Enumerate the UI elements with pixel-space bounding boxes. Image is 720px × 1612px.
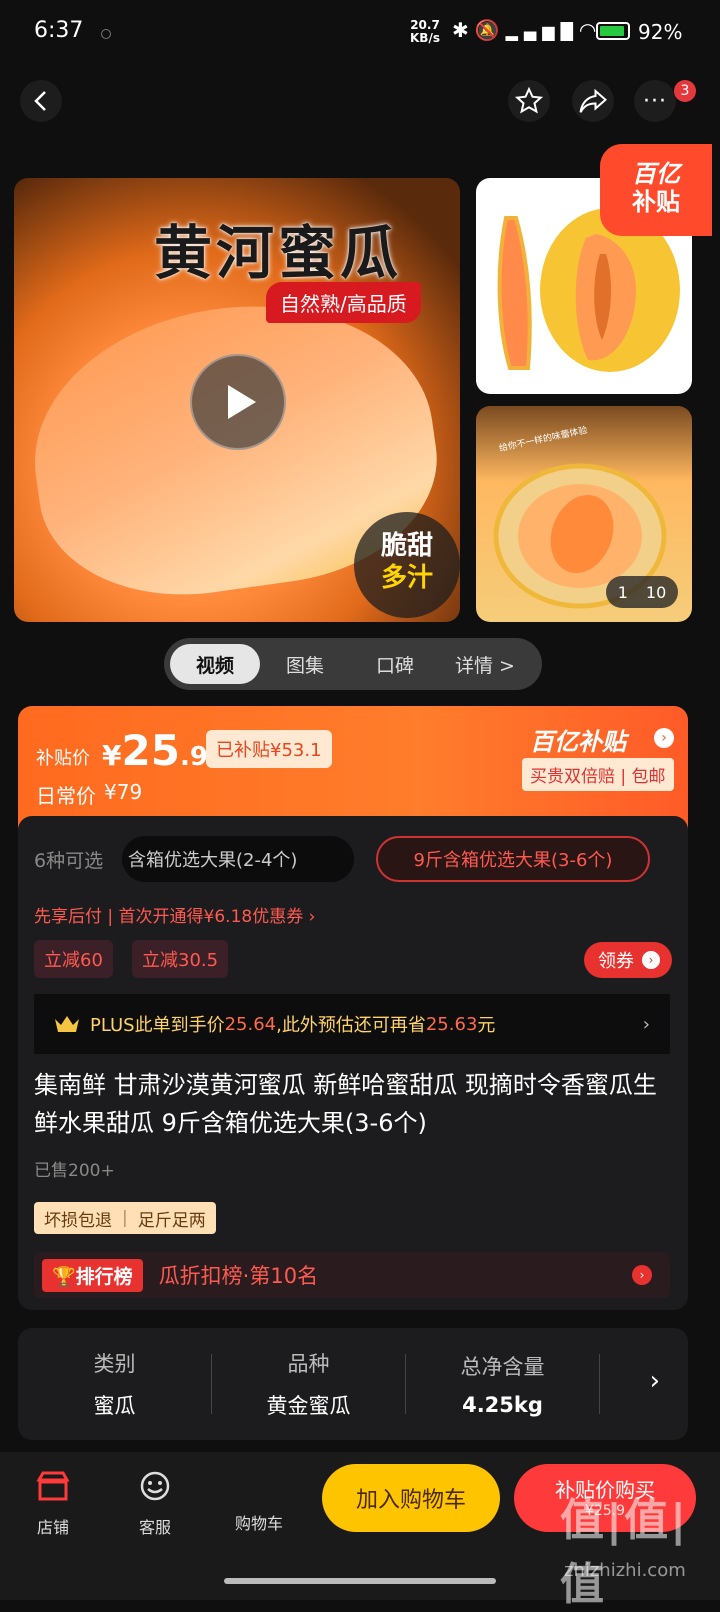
product-card: 6种可选 含箱优选大果(2-4个) 9斤含箱优选大果(3-6个) 先享后付 | … — [18, 816, 688, 1310]
chevron-right-icon: › — [632, 1265, 652, 1285]
subsidy-brand[interactable]: 百亿补贴 — [530, 722, 626, 757]
status-icons: ✱🔕▂▄▆█◠ — [452, 18, 602, 42]
coupon-1[interactable]: 立减60 — [34, 940, 113, 978]
juicy-badge: 脆甜 多汁 — [354, 512, 460, 618]
chevron-right-icon: › — [642, 951, 660, 969]
cart-button[interactable]: 购物车 — [214, 1470, 304, 1534]
chevron-left-icon — [34, 91, 46, 111]
crown-icon — [55, 1016, 79, 1032]
play-button[interactable] — [190, 354, 286, 450]
battery-level: 92% — [638, 20, 683, 44]
tab-reviews[interactable]: 口碑 — [350, 644, 440, 684]
image-counter: 1 10 — [606, 576, 678, 608]
more-dots-icon: ··· — [643, 88, 667, 114]
service-guarantee[interactable]: 坏损包退 | 足斤足两 — [34, 1202, 216, 1234]
sold-count: 已售200+ — [34, 1161, 115, 1181]
ranking-text: 瓜折扣榜·第10名 — [158, 1264, 319, 1288]
image-title: 黄河蜜瓜 — [154, 219, 403, 287]
chevron-right-icon: › — [642, 1013, 650, 1035]
play-icon — [228, 385, 256, 419]
tab-video[interactable]: 视频 — [170, 644, 260, 684]
mute-icon: 🔕 — [474, 18, 506, 42]
spec-category: 类别 蜜瓜 — [93, 1352, 136, 1418]
message-badge: 3 — [674, 80, 696, 102]
trophy-icon: 🏆 — [52, 1265, 76, 1288]
divider — [599, 1354, 600, 1414]
product-title: 集南鲜 甘肃沙漠黄河蜜瓜 新鲜哈蜜甜瓜 现摘时令香蜜瓜生鲜水果甜瓜 9斤含箱优选… — [34, 1071, 657, 1137]
chevron-right-icon[interactable]: › — [650, 1366, 660, 1396]
favorite-button[interactable] — [508, 80, 550, 122]
notification-dot-icon — [101, 29, 111, 39]
coupon-2[interactable]: 立减30.5 — [132, 940, 229, 978]
media-tabs: 视频 图集 口碑 详情 > — [164, 638, 542, 690]
home-indicator[interactable] — [224, 1578, 496, 1584]
signal-icon: ▂▄▆█ — [505, 22, 579, 41]
subsidy-guarantee: 买贵双倍赔 | 包邮 — [522, 758, 674, 791]
ranking-badge: 🏆排行榜 — [42, 1258, 143, 1292]
subsidized-amount: 已补贴¥53.1 — [206, 730, 332, 768]
shop-icon — [36, 1471, 70, 1501]
chat-smile-icon — [140, 1471, 170, 1501]
spec-net-weight: 总净含量 4.25kg — [460, 1355, 545, 1417]
share-button[interactable] — [572, 80, 614, 122]
battery-icon — [596, 22, 630, 40]
cart-icon — [241, 1470, 277, 1502]
spec-option-1[interactable]: 含箱优选大果(2-4个) — [122, 836, 354, 882]
subsidy-logo: 百亿 补贴 — [600, 144, 712, 236]
spec-count: 6种可选 — [34, 850, 104, 872]
spec-option-2[interactable]: 9斤含箱优选大果(3-6个) — [376, 836, 650, 882]
tab-gallery[interactable]: 图集 — [260, 644, 350, 684]
add-to-cart-button[interactable]: 加入购物车 — [322, 1464, 500, 1532]
subsidy-price: ¥25.9 — [102, 726, 208, 775]
spec-variety: 品种 黄金蜜瓜 — [266, 1352, 351, 1418]
ranking-bar[interactable]: 🏆排行榜 瓜折扣榜·第10名 › — [34, 1252, 670, 1298]
get-coupon-button[interactable]: 领券 › — [584, 942, 672, 978]
share-icon — [579, 88, 608, 113]
image-tag: 自然熟/高品质 — [266, 282, 421, 323]
watermark: 值|值|值 — [560, 1495, 689, 1610]
spec-table[interactable]: 类别 蜜瓜 品种 黄金蜜瓜 总净含量 4.25kg › — [18, 1328, 688, 1440]
star-icon — [514, 86, 544, 114]
regular-price-label: 日常价 — [36, 784, 96, 808]
pay-later-promo[interactable]: 先享后付 | 首次开通得¥6.18优惠券 › — [34, 902, 315, 927]
clock: 6:37 — [34, 18, 84, 43]
customer-service-button[interactable]: 客服 — [110, 1470, 200, 1538]
subsidy-price-label: 补贴价 — [36, 748, 90, 769]
shop-button[interactable]: 店铺 — [8, 1470, 98, 1538]
back-button[interactable] — [20, 80, 62, 122]
more-button[interactable]: ··· — [634, 80, 676, 122]
network-speed: 20.7 KB/s — [410, 18, 440, 45]
bluetooth-icon: ✱ — [452, 18, 475, 42]
main-product-video[interactable]: 黄河蜜瓜 自然熟/高品质 脆甜 多汁 — [14, 178, 460, 622]
tab-details[interactable]: 详情 > — [440, 644, 530, 684]
status-bar: 6:37 20.7 KB/s ✱🔕▂▄▆█◠ 92% — [0, 0, 720, 66]
plus-price-banner[interactable]: PLUS此单到手价 25.64 ,此外预估还可再省 25.63 元 › — [34, 994, 670, 1054]
regular-price: ¥79 — [104, 780, 143, 804]
chevron-right-icon[interactable]: › — [654, 728, 674, 748]
watermark-url: zhizhizhi.com — [564, 1560, 686, 1581]
